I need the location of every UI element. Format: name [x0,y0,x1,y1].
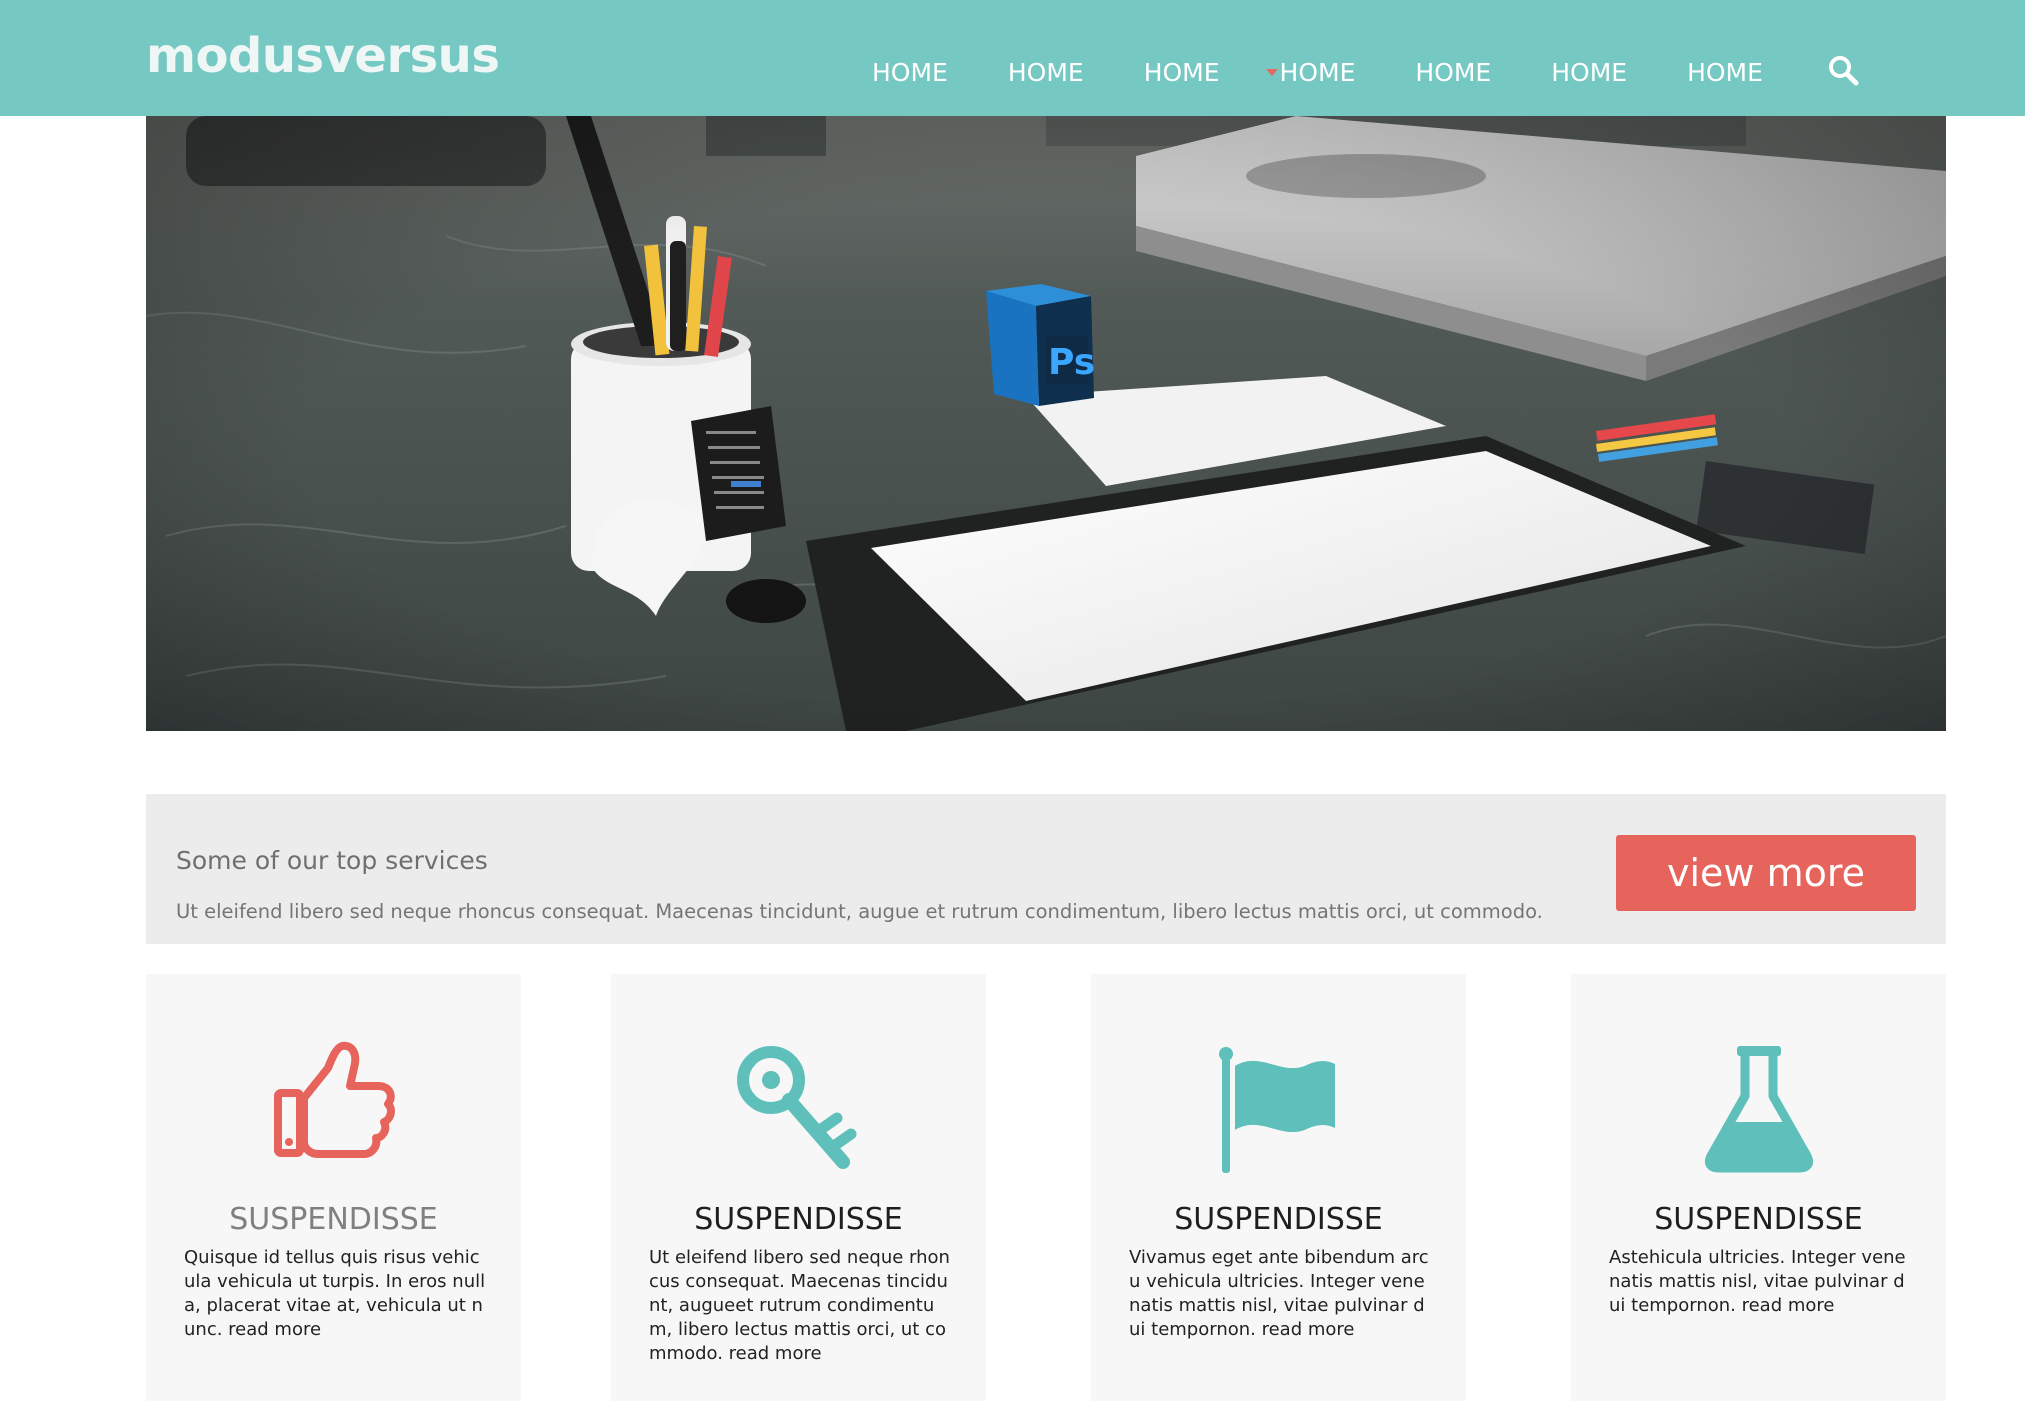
services-banner: Some of our top services Ut eleifend lib… [146,794,1946,944]
card-title: SUSPENDISSE [1654,1202,1863,1237]
card-text: Vivamus eget ante bibendum arcu vehicula… [1129,1247,1429,1340]
flag-icon [1211,1038,1346,1173]
site-header: modusversus HOME HOME HOME HOME HOME HOM… [0,0,2025,116]
nav-item-home-4[interactable]: HOME [1265,57,1356,87]
dropdown-caret-icon [1265,68,1278,76]
flask-icon [1691,1038,1826,1173]
card-text: Astehicula ultricies. Integer venenatis … [1609,1247,1906,1316]
service-card: SUSPENDISSE Astehicula ultricies. Intege… [1571,974,1946,1401]
nav-item-home-6[interactable]: HOME [1551,58,1627,87]
thumbs-up-icon [266,1038,401,1173]
search-icon[interactable] [1826,54,1860,88]
nav-item-home-1[interactable]: HOME [872,58,948,87]
banner-title: Some of our top services [176,846,488,875]
nav-item-home-3[interactable]: HOME [1144,58,1220,87]
nav-item-home-2[interactable]: HOME [1008,58,1084,87]
card-title: SUSPENDISSE [694,1202,903,1237]
hero-image: Ps [146,116,1946,731]
nav-item-home-7[interactable]: HOME [1687,58,1763,87]
card-title: SUSPENDISSE [229,1202,438,1237]
nav-item-home-5[interactable]: HOME [1415,58,1491,87]
service-card: SUSPENDISSE Ut eleifend libero sed neque… [611,974,986,1401]
service-card: SUSPENDISSE Vivamus eget ante bibendum a… [1091,974,1466,1401]
main-nav: HOME HOME HOME HOME HOME HOME HOME [872,56,1823,88]
card-title: SUSPENDISSE [1174,1202,1383,1237]
view-more-button[interactable]: view more [1616,835,1916,911]
banner-text: Ut eleifend libero sed neque rhoncus con… [176,900,1543,923]
key-icon [731,1038,866,1173]
nav-item-label: HOME [1279,57,1356,87]
card-text: Quisque id tellus quis risus vehicula ve… [184,1247,486,1340]
service-card: SUSPENDISSE Quisque id tellus quis risus… [146,974,521,1401]
card-text: Ut eleifend libero sed neque rhoncus con… [649,1247,950,1364]
site-logo[interactable]: modusversus [146,28,500,84]
